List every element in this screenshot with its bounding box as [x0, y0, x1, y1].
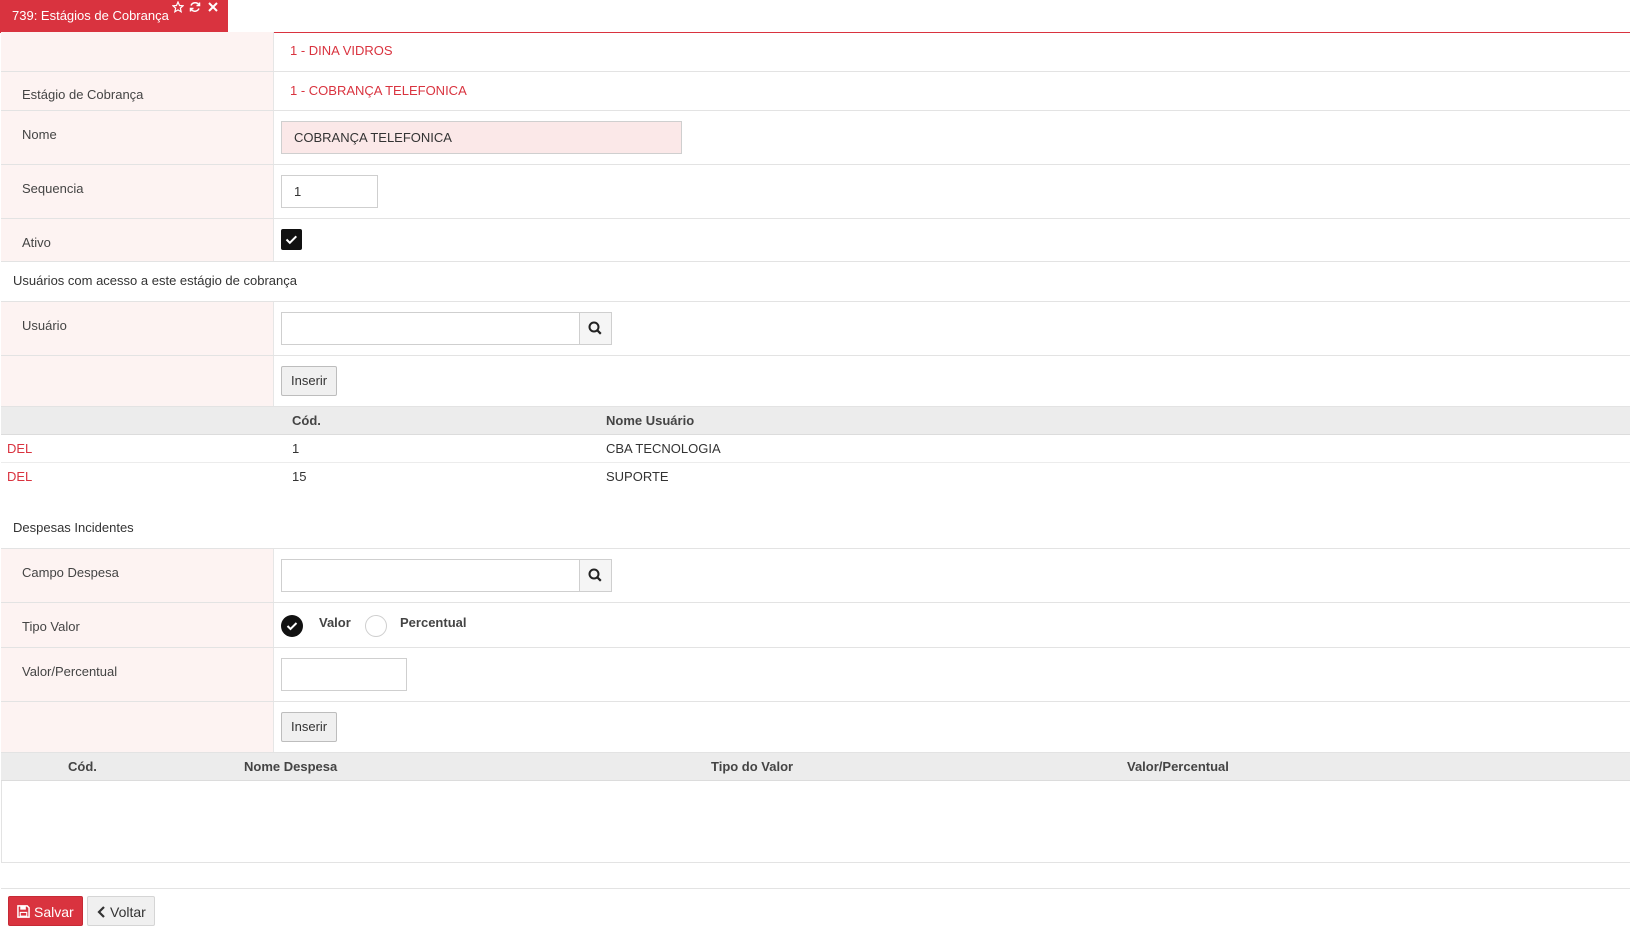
- estagio-label: Estágio de Cobrança: [22, 87, 144, 102]
- close-icon[interactable]: [207, 1, 219, 15]
- search-icon: [588, 568, 602, 582]
- estagio-label-cell: Estágio de Cobrança: [1, 72, 274, 110]
- usuario-label: Usuário: [22, 318, 67, 333]
- sequencia-label: Sequencia: [22, 181, 84, 196]
- radio-percentual-label[interactable]: Percentual: [400, 615, 466, 630]
- usuarios-table-header: Cód. Nome Usuário: [1, 407, 1630, 435]
- tipo-valor-label-cell: Tipo Valor: [1, 603, 274, 647]
- footer-toolbar: Salvar Voltar: [1, 888, 1630, 931]
- back-button[interactable]: Voltar: [87, 896, 155, 926]
- radio-valor-label[interactable]: Valor: [319, 615, 351, 630]
- cell-cod: 1: [292, 441, 300, 456]
- col-nome-usuario: Nome Usuário: [606, 413, 695, 428]
- table-row: DEL 1 CBA TECNOLOGIA: [1, 435, 1630, 463]
- campo-despesa-search-button[interactable]: [579, 559, 612, 592]
- valor-percentual-label-cell: Valor/Percentual: [1, 648, 274, 701]
- table-row: DEL 15 SUPORTE: [1, 463, 1630, 491]
- floppy-disk-icon: [17, 905, 30, 918]
- despesas-table-body: [1, 781, 1630, 863]
- col-tipo-valor: Tipo do Valor: [711, 759, 794, 774]
- nome-label: Nome: [22, 127, 57, 142]
- row-empresa: 1 - DINA VIDROS: [1, 32, 1630, 72]
- tab-estagios-cobranca[interactable]: 739: Estágios de Cobrança: [0, 0, 228, 32]
- campo-despesa-label-cell: Campo Despesa: [1, 549, 274, 602]
- star-icon[interactable]: [171, 0, 185, 15]
- inserir-usuario-button[interactable]: Inserir: [281, 366, 338, 396]
- col-cod: Cód.: [292, 413, 321, 428]
- cell-nome: SUPORTE: [606, 469, 669, 484]
- radio-valor[interactable]: [281, 615, 303, 637]
- valor-percentual-input[interactable]: [281, 658, 407, 691]
- empresa-value: 1 - DINA VIDROS: [290, 43, 393, 58]
- empty-label-cell: [1, 356, 274, 406]
- cell-cod: 15: [292, 469, 307, 484]
- row-campo-despesa: Campo Despesa: [1, 549, 1630, 603]
- refresh-icon[interactable]: [189, 1, 201, 15]
- col-cod: Cód.: [68, 759, 97, 774]
- ativo-label: Ativo: [22, 235, 51, 250]
- check-icon: [286, 622, 298, 631]
- sequencia-label-cell: Sequencia: [1, 165, 274, 218]
- cell-nome: CBA TECNOLOGIA: [606, 441, 721, 456]
- row-nome: Nome: [1, 111, 1630, 165]
- tab-title: 739: Estágios de Cobrança: [12, 8, 169, 23]
- row-ativo: Ativo: [1, 219, 1630, 262]
- col-nome-despesa: Nome Despesa: [244, 759, 338, 774]
- ativo-label-cell: Ativo: [1, 219, 274, 261]
- sequencia-input[interactable]: [281, 175, 378, 208]
- row-inserir-despesa: Inserir: [1, 702, 1630, 753]
- radio-percentual[interactable]: [365, 615, 387, 637]
- despesas-section-title: Despesas Incidentes: [13, 520, 134, 535]
- usuarios-section-title: Usuários com acesso a este estágio de co…: [13, 273, 297, 288]
- del-link[interactable]: DEL: [7, 469, 32, 484]
- back-button-label: Voltar: [110, 904, 146, 920]
- despesas-table-header: Cód. Nome Despesa Tipo do Valor Valor/Pe…: [1, 753, 1630, 781]
- usuario-label-cell: Usuário: [1, 302, 274, 355]
- tipo-valor-label: Tipo Valor: [22, 619, 80, 634]
- usuarios-section-header: Usuários com acesso a este estágio de co…: [1, 262, 1630, 302]
- check-icon: [285, 235, 298, 245]
- campo-despesa-label: Campo Despesa: [22, 565, 119, 580]
- campo-despesa-input[interactable]: [281, 559, 580, 592]
- valor-percentual-label: Valor/Percentual: [22, 664, 118, 679]
- empty-label-cell: [1, 702, 274, 752]
- nome-input[interactable]: [281, 121, 682, 154]
- usuario-input[interactable]: [281, 312, 580, 345]
- row-estagio: Estágio de Cobrança 1 - COBRANÇA TELEFON…: [1, 72, 1630, 111]
- col-valor-percentual: Valor/Percentual: [1127, 759, 1229, 774]
- search-icon: [588, 321, 602, 335]
- inserir-despesa-button[interactable]: Inserir: [281, 712, 338, 742]
- row-sequencia: Sequencia: [1, 165, 1630, 219]
- nome-label-cell: Nome: [1, 111, 274, 164]
- del-link[interactable]: DEL: [7, 441, 32, 456]
- chevron-left-icon: [97, 906, 105, 918]
- estagio-value: 1 - COBRANÇA TELEFONICA: [290, 83, 467, 98]
- row-usuario: Usuário: [1, 302, 1630, 356]
- row-valor-percentual: Valor/Percentual: [1, 648, 1630, 702]
- row-inserir-usuario: Inserir: [1, 356, 1630, 407]
- empty-label-cell: [1, 32, 274, 71]
- ativo-checkbox[interactable]: [281, 229, 302, 250]
- usuario-search-button[interactable]: [579, 312, 612, 345]
- tab-bar: 739: Estágios de Cobrança: [0, 0, 1630, 33]
- row-tipo-valor: Tipo Valor Valor Percentual: [1, 603, 1630, 648]
- despesas-section-header: Despesas Incidentes: [1, 509, 1630, 549]
- save-button-label: Salvar: [34, 904, 74, 920]
- save-button[interactable]: Salvar: [8, 896, 83, 926]
